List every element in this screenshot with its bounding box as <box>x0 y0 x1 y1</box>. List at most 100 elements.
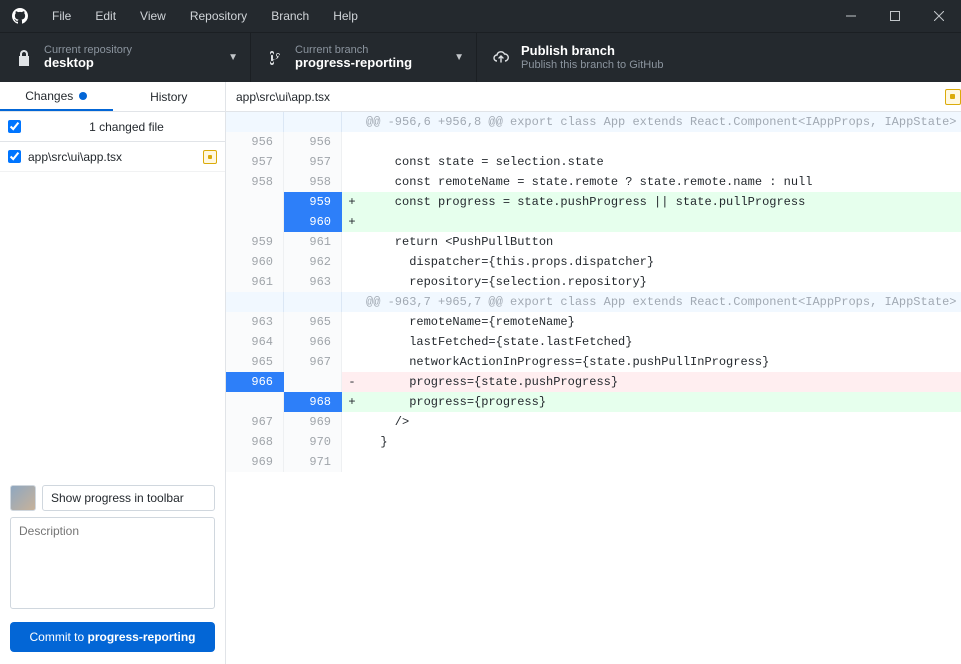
diff-code: lastFetched={state.lastFetched} <box>362 332 961 352</box>
gutter-new <box>284 372 342 392</box>
sidebar-tabs: Changes History <box>0 82 225 112</box>
branch-selector[interactable]: Current branch progress-reporting ▼ <box>250 33 476 82</box>
branch-value: progress-reporting <box>295 56 412 71</box>
diff-line[interactable]: 960962 dispatcher={this.props.dispatcher… <box>226 252 961 272</box>
sidebar: Changes History 1 changed file app\src\u… <box>0 82 226 664</box>
repo-selector[interactable]: Current repository desktop ▼ <box>0 33 250 82</box>
gutter-old: 969 <box>226 452 284 472</box>
diff-line[interactable]: @@ -963,7 +965,7 @@ export class App ext… <box>226 292 961 312</box>
diff-code: dispatcher={this.props.dispatcher} <box>362 252 961 272</box>
diff-marker: + <box>342 392 362 412</box>
diff-line[interactable]: 968970 } <box>226 432 961 452</box>
publish-title: Publish branch <box>521 44 663 59</box>
gutter-old: 964 <box>226 332 284 352</box>
diff-line[interactable]: 966- progress={state.pushProgress} <box>226 372 961 392</box>
diff-line[interactable]: 957957 const state = selection.state <box>226 152 961 172</box>
gutter-old: 961 <box>226 272 284 292</box>
diff-line[interactable]: 960+ <box>226 212 961 232</box>
branch-icon <box>265 50 285 66</box>
diff-line[interactable]: 959+ const progress = state.pushProgress… <box>226 192 961 212</box>
diff-line[interactable]: 968+ progress={progress} <box>226 392 961 412</box>
gutter-new: 962 <box>284 252 342 272</box>
diff-code: } <box>362 432 961 452</box>
gutter-new: 957 <box>284 152 342 172</box>
gutter-old: 968 <box>226 432 284 452</box>
app-logo-icon <box>0 8 40 24</box>
gutter-old: 959 <box>226 232 284 252</box>
menu-view[interactable]: View <box>128 0 178 32</box>
diff-body[interactable]: @@ -956,6 +956,8 @@ export class App ext… <box>226 112 961 664</box>
commit-btn-prefix: Commit to <box>29 630 87 644</box>
menu-branch[interactable]: Branch <box>259 0 321 32</box>
toolbar: Current repository desktop ▼ Current bra… <box>0 32 961 82</box>
diff-code <box>362 132 961 152</box>
diff-header: app\src\ui\app.tsx <box>226 82 961 112</box>
modified-badge-icon <box>945 89 961 105</box>
gutter-old <box>226 112 284 132</box>
diff-marker <box>342 132 362 152</box>
gutter-old: 967 <box>226 412 284 432</box>
gutter-new: 966 <box>284 332 342 352</box>
tab-history[interactable]: History <box>113 82 226 111</box>
window-minimize-button[interactable] <box>829 0 873 32</box>
diff-code: /> <box>362 412 961 432</box>
cloud-upload-icon <box>491 51 511 65</box>
gutter-old <box>226 212 284 232</box>
gutter-new: 967 <box>284 352 342 372</box>
gutter-old: 957 <box>226 152 284 172</box>
diff-marker <box>342 152 362 172</box>
diff-line[interactable]: @@ -956,6 +956,8 @@ export class App ext… <box>226 112 961 132</box>
gutter-new: 971 <box>284 452 342 472</box>
changes-indicator-icon <box>79 92 87 100</box>
diff-filepath: app\src\ui\app.tsx <box>236 90 330 104</box>
diff-marker: + <box>342 212 362 232</box>
diff-marker <box>342 112 362 132</box>
diff-marker <box>342 352 362 372</box>
diff-marker <box>342 452 362 472</box>
diff-marker <box>342 252 362 272</box>
diff-code: remoteName={remoteName} <box>362 312 961 332</box>
gutter-new: 960 <box>284 212 342 232</box>
publish-branch-button[interactable]: Publish branch Publish this branch to Gi… <box>476 33 712 82</box>
diff-marker <box>342 272 362 292</box>
gutter-old: 958 <box>226 172 284 192</box>
publish-subtitle: Publish this branch to GitHub <box>521 59 663 72</box>
gutter-new: 963 <box>284 272 342 292</box>
diff-line[interactable]: 969971 <box>226 452 961 472</box>
menu-edit[interactable]: Edit <box>83 0 128 32</box>
lock-icon <box>14 50 34 66</box>
window-maximize-button[interactable] <box>873 0 917 32</box>
menu-help[interactable]: Help <box>321 0 370 32</box>
diff-line[interactable]: 959961 return <PushPullButton <box>226 232 961 252</box>
diff-line[interactable]: 963965 remoteName={remoteName} <box>226 312 961 332</box>
file-name: app\src\ui\app.tsx <box>28 150 203 164</box>
diff-line[interactable]: 956956 <box>226 132 961 152</box>
diff-marker: + <box>342 192 362 212</box>
diff-line[interactable]: 958958 const remoteName = state.remote ?… <box>226 172 961 192</box>
gutter-new: 965 <box>284 312 342 332</box>
menu-file[interactable]: File <box>40 0 83 32</box>
diff-line[interactable]: 964966 lastFetched={state.lastFetched} <box>226 332 961 352</box>
diff-code: repository={selection.repository} <box>362 272 961 292</box>
gutter-new: 958 <box>284 172 342 192</box>
window-close-button[interactable] <box>917 0 961 32</box>
diff-line[interactable]: 965967 networkActionInProgress={state.pu… <box>226 352 961 372</box>
diff-line[interactable]: 961963 repository={selection.repository} <box>226 272 961 292</box>
gutter-new: 970 <box>284 432 342 452</box>
diff-code: const state = selection.state <box>362 152 961 172</box>
commit-summary-input[interactable] <box>42 485 215 511</box>
diff-code: return <PushPullButton <box>362 232 961 252</box>
menu-repository[interactable]: Repository <box>178 0 259 32</box>
file-checkbox[interactable] <box>8 150 21 163</box>
titlebar: FileEditViewRepositoryBranchHelp <box>0 0 961 32</box>
commit-button[interactable]: Commit to progress-reporting <box>10 622 215 652</box>
commit-description-input[interactable] <box>10 517 215 609</box>
file-row[interactable]: app\src\ui\app.tsx <box>0 142 225 172</box>
tab-changes[interactable]: Changes <box>0 82 113 111</box>
diff-code: networkActionInProgress={state.pushPullI… <box>362 352 961 372</box>
diff-line[interactable]: 967969 /> <box>226 412 961 432</box>
diff-code <box>362 212 961 232</box>
changed-count: 1 changed file <box>28 120 225 134</box>
select-all-checkbox[interactable] <box>8 120 21 133</box>
diff-marker <box>342 432 362 452</box>
